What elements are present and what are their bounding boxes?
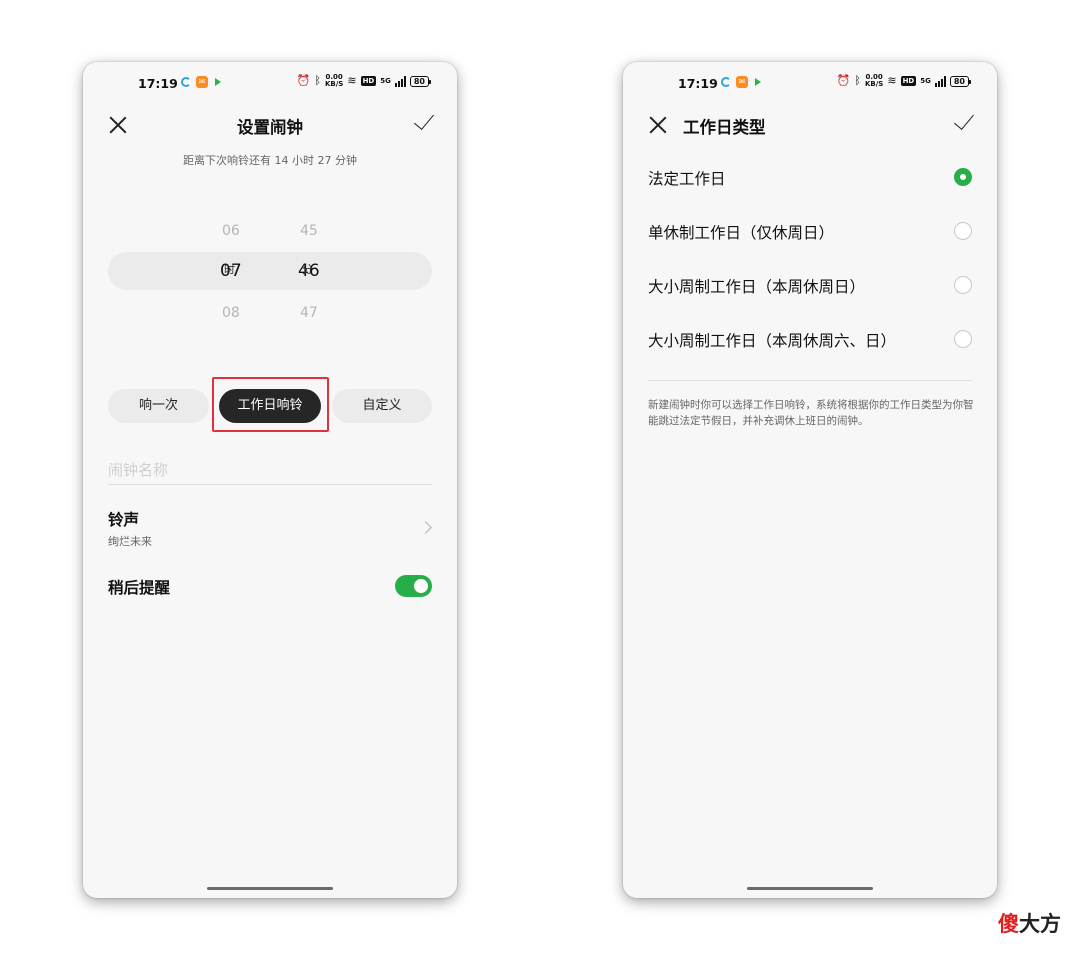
status-bar: 17:19 ✉ ⏰ ᛒ 0.00 KB/S ≋ HD 5G 80 [623,62,997,106]
signal-icon [934,75,946,87]
snooze-toggle[interactable] [395,575,432,597]
battery-indicator: 80 [949,75,972,87]
workday-option-alt-week-sunday[interactable]: 大小周制工作日（本周休周日） [648,271,972,301]
signal-icon [394,75,406,87]
app-notification-icon: ✉ [196,76,208,88]
radio-unselected-icon[interactable] [954,276,972,294]
hd-icon: HD [360,76,377,86]
close-icon[interactable] [649,116,667,134]
alarm-name-input[interactable] [108,455,432,485]
sync-icon [181,77,191,87]
network-type: 5G [380,77,391,85]
chevron-right-icon [419,521,432,534]
status-time: 17:19 [138,76,178,91]
home-indicator[interactable] [747,887,873,890]
highlight-annotation-box [212,377,329,432]
network-speed: 0.00 KB/S [324,73,344,88]
radio-unselected-icon[interactable] [954,330,972,348]
play-icon [755,78,761,86]
sync-icon [721,77,731,87]
snooze-label: 稍后提醒 [108,579,171,597]
repeat-custom-button[interactable]: 自定义 [332,389,432,423]
repeat-once-button[interactable]: 响一次 [108,389,209,423]
page-title: 设置闹钟 [237,118,303,137]
network-speed: 0.00 KB/S [864,73,884,88]
network-type: 5G [920,77,931,85]
alarm-settings-screen: 17:19 ✉ ⏰ ᛒ 0.00 KB/S ≋ HD 5G 80 设置闹钟 距离下… [83,62,457,898]
confirm-check-icon[interactable] [954,109,974,130]
time-picker-selection [108,252,432,290]
status-time: 17:19 [678,76,718,91]
app-notification-icon: ✉ [736,76,748,88]
workday-type-screen: 17:19 ✉ ⏰ ᛒ 0.00 KB/S ≋ HD 5G 80 工作日类型 法定… [623,62,997,898]
page-title: 工作日类型 [683,118,766,137]
watermark-logo: 傻大方 [998,912,1061,936]
hour-option-prev[interactable]: 06 [222,223,240,239]
ringtone-label: 铃声 [108,511,140,529]
divider [648,380,972,381]
minute-option-prev[interactable]: 45 [300,223,318,239]
minute-option-next[interactable]: 47 [300,305,318,321]
workday-option-alt-week-weekend[interactable]: 大小周制工作日（本周休周六、日） [648,325,972,355]
alarm-clock-icon: ⏰ [296,74,311,87]
battery-indicator: 80 [409,75,432,87]
next-ring-countdown: 距离下次响铃还有 14 小时 27 分钟 [183,154,357,167]
option-label: 法定工作日 [648,170,726,188]
workday-explanation-note: 新建闹钟时你可以选择工作日响铃，系统将根据你的工作日类型为你智能跳过法定节假日，… [648,399,974,427]
status-bar: 17:19 ✉ ⏰ ᛒ 0.00 KB/S ≋ HD 5G 80 [83,62,457,106]
play-icon [215,78,221,86]
radio-selected-icon[interactable] [954,168,972,186]
bluetooth-icon: ᛒ [314,74,321,87]
bluetooth-icon: ᛒ [854,74,861,87]
option-label: 大小周制工作日（本周休周六、日） [648,332,897,350]
ringtone-value: 绚烂未来 [108,535,152,548]
option-label: 单休制工作日（仅休周日） [648,224,835,242]
wifi-icon: ≋ [887,74,897,87]
option-label: 大小周制工作日（本周休周日） [648,278,866,296]
hour-option-next[interactable]: 08 [222,305,240,321]
workday-option-statutory[interactable]: 法定工作日 [648,163,972,193]
home-indicator[interactable] [207,887,333,890]
wifi-icon: ≋ [347,74,357,87]
workday-option-single-rest[interactable]: 单休制工作日（仅休周日） [648,217,972,247]
radio-unselected-icon[interactable] [954,222,972,240]
hd-icon: HD [900,76,917,86]
alarm-clock-icon: ⏰ [836,74,851,87]
